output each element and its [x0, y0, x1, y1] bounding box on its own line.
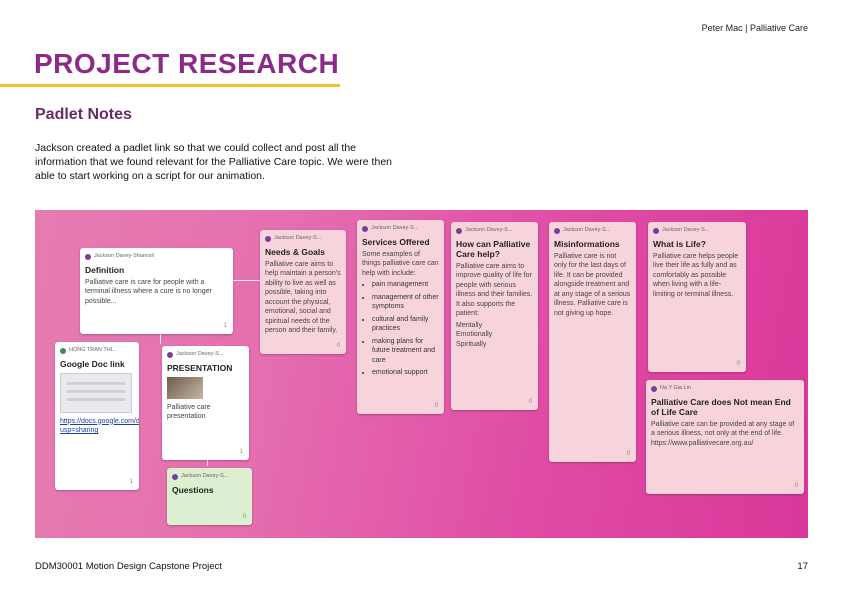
avatar-icon	[172, 473, 178, 480]
comment-count[interactable]: 1	[130, 478, 133, 488]
note-author: Jackson Davey-Shamisli	[85, 252, 228, 262]
footer-course: DDM30001 Motion Design Capstone Project	[35, 561, 222, 572]
note-author: Jackson Davey-S...	[554, 226, 631, 236]
doc-preview-line	[67, 389, 125, 393]
avatar-icon	[60, 347, 66, 354]
list-item: cultural and family practices	[372, 315, 439, 334]
comment-count[interactable]: 1	[240, 448, 243, 458]
note-title: Questions	[172, 484, 214, 495]
padlet-note-presentation[interactable]: Jackson Davey-S... PRESENTATION Palliati…	[162, 346, 249, 460]
note-title: Services Offered	[362, 236, 430, 247]
note-title: Needs & Goals	[265, 246, 325, 257]
note-author: Jackson Davey-S...	[653, 226, 741, 236]
note-author: Jackson Davey-S...	[456, 226, 533, 236]
note-body: Palliative care aims to help maintain a …	[265, 260, 341, 335]
avatar-icon	[167, 351, 173, 358]
padlet-note-what-is[interactable]: Jackson Davey-S... What is Life? Palliat…	[648, 222, 746, 372]
avatar-icon	[265, 235, 271, 242]
note-author: Jackson Davey-S...	[362, 224, 439, 234]
note-body: Palliative care is care for people with …	[85, 278, 212, 305]
doc-preview-thumbnail[interactable]	[60, 372, 132, 413]
comment-count[interactable]: 0	[435, 402, 438, 412]
note-title: Palliative Care does Not mean End of Lif…	[651, 396, 791, 417]
avatar-icon	[653, 227, 659, 234]
padlet-note-definition[interactable]: Jackson Davey-Shamisli Definition Pallia…	[80, 248, 233, 334]
title-underline	[0, 84, 340, 87]
comment-count[interactable]: 1	[224, 322, 227, 332]
page-title: PROJECT RESEARCH	[34, 48, 340, 79]
note-title: Google Doc link	[60, 358, 125, 369]
comment-count[interactable]: 0	[737, 360, 740, 370]
note-title: Misinformations	[554, 238, 620, 249]
presentation-thumbnail[interactable]	[167, 376, 203, 399]
padlet-note-needs[interactable]: Jackson Davey-S... Needs & Goals Palliat…	[260, 230, 346, 354]
comment-count[interactable]: 0	[243, 513, 246, 523]
comment-count[interactable]: 0	[627, 450, 630, 460]
avatar-icon	[651, 385, 657, 392]
intro-paragraph: Jackson created a padlet link so that we…	[35, 142, 392, 182]
connector-line	[231, 280, 261, 281]
doc-preview-line	[67, 397, 125, 401]
list-item: emotional support	[372, 368, 439, 378]
list-item: pain management	[372, 280, 439, 290]
page-number: 17	[797, 561, 808, 572]
note-author: Jackson Davey-S...	[167, 350, 244, 360]
padlet-note-services[interactable]: Jackson Davey-S... Services Offered Some…	[357, 220, 444, 414]
doc-preview-line	[67, 381, 125, 385]
note-title: PRESENTATION	[167, 362, 233, 373]
padlet-note-misinformation[interactable]: Jackson Davey-S... Misinformations Palli…	[549, 222, 636, 462]
note-title: Definition	[85, 264, 125, 275]
note-body: Some examples of things palliative care …	[362, 250, 439, 277]
note-author: HONG TRAN THI...	[60, 346, 134, 356]
note-body: Palliative care is not only for the last…	[554, 252, 631, 317]
comment-count[interactable]: 0	[795, 482, 798, 492]
section-title: Padlet Notes	[35, 106, 132, 123]
note-body: Palliative care helps people live their …	[653, 252, 739, 298]
avatar-icon	[456, 227, 462, 234]
avatar-icon	[85, 253, 91, 260]
note-author: Jackson Davey-S...	[172, 472, 247, 482]
padlet-note-not-end-of-life[interactable]: Na Y Gia Lin Palliative Care does Not me…	[646, 380, 804, 494]
comment-count[interactable]: 0	[529, 398, 532, 408]
list-item: management of other symptoms	[372, 293, 439, 312]
list-item: making plans for future treatment and ca…	[372, 337, 439, 366]
header-author-topic: Peter Mac | Palliative Care	[701, 23, 808, 33]
note-title: What is Life?	[653, 238, 706, 249]
note-title: How can Palliative Care help?	[456, 238, 531, 259]
note-author: Jackson Davey-S...	[265, 234, 341, 244]
padlet-board: Jackson Davey-Shamisli Definition Pallia…	[35, 210, 808, 538]
doc-link[interactable]: https://docs.google.com/document/d/1...e…	[60, 417, 139, 436]
padlet-note-google-doc[interactable]: HONG TRAN THI... Google Doc link https:/…	[55, 342, 139, 490]
note-body: Palliative care aims to improve quality …	[456, 262, 533, 318]
avatar-icon	[554, 227, 560, 234]
list-item: Emotionally	[456, 331, 493, 338]
note-author: Na Y Gia Lin	[651, 384, 799, 394]
padlet-note-questions[interactable]: Jackson Davey-S... Questions 0	[167, 468, 252, 525]
list-item: Mentally	[456, 321, 483, 329]
services-list: pain management management of other symp…	[362, 280, 439, 378]
note-body: Palliative care presentation	[167, 403, 211, 421]
comment-count[interactable]: 0	[337, 342, 340, 352]
padlet-note-how-help[interactable]: Jackson Davey-S... How can Palliative Ca…	[451, 222, 538, 410]
note-body: Palliative care can be provided at any s…	[651, 420, 795, 447]
list-item: Spiritually	[456, 340, 487, 348]
avatar-icon	[362, 225, 368, 232]
